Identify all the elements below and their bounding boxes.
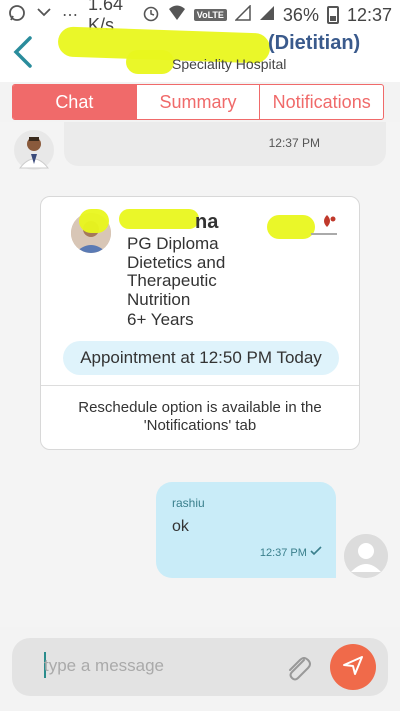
appointment-pill: Appointment at 12:50 PM Today [63, 341, 339, 375]
whatsapp-icon [8, 4, 26, 27]
tab-chat[interactable]: Chat [13, 85, 137, 119]
wifi-icon [168, 5, 186, 26]
reschedule-note: Reschedule option is available in the 'N… [78, 399, 322, 434]
redaction-mark [79, 209, 109, 233]
qualification-line: Dietetics and [127, 252, 226, 272]
card-divider [41, 385, 359, 386]
doctor-qualifications: PG Diploma Dietetics and Therapeutic Nut… [127, 234, 226, 330]
battery-percent: 36% [282, 4, 319, 25]
message-sender: rashiu [172, 496, 205, 510]
tab-summary[interactable]: Summary [137, 85, 261, 119]
message-text: ok [172, 518, 189, 535]
doctor-name: (Dietitian) [268, 32, 361, 54]
qualification-line: Therapeutic [127, 271, 217, 290]
doctor-message-bubble: 12:37 PM [64, 122, 386, 166]
doctor-avatar [14, 130, 54, 170]
battery-icon [326, 6, 339, 24]
signal-full-icon [259, 5, 275, 26]
tab-bar: Chat Summary Notifications [12, 84, 384, 120]
experience-line: 6+ Years [127, 310, 194, 329]
chat-header: (Dietitian) Speciality Hospital [0, 26, 400, 82]
signal-icon [234, 3, 251, 26]
doctor-card-name: na [195, 211, 219, 233]
missed-call-icon [36, 5, 52, 26]
tab-notifications[interactable]: Notifications [260, 85, 383, 119]
qualification-line: PG Diploma [127, 234, 219, 253]
clock: 12:37 [346, 4, 392, 25]
doctor-info-card: na PG Diploma Dietetics and Therapeutic … [40, 196, 360, 450]
read-check-icon [310, 546, 322, 559]
user-message-bubble: rashiu ok 12:37 PM [156, 482, 336, 578]
hospital-logo [267, 211, 343, 241]
qualification-line: Nutrition [127, 289, 191, 309]
status-bar: ⋯ 1.64 K/s VoLTE 36% 12:37 [0, 0, 400, 35]
send-icon [342, 654, 364, 681]
message-input[interactable] [44, 650, 274, 682]
alarm-icon [142, 4, 160, 27]
more-notifications-icon: ⋯ [62, 7, 78, 24]
back-arrow-icon[interactable] [8, 32, 38, 72]
paperclip-icon[interactable] [282, 652, 314, 684]
message-composer [12, 638, 388, 696]
volte-badge: VoLTE [193, 9, 227, 21]
message-time: 12:37 PM [260, 546, 322, 559]
message-timestamp: 12:37 PM [268, 136, 320, 150]
user-avatar [344, 534, 388, 578]
send-button[interactable] [330, 644, 376, 690]
hospital-name: Speciality Hospital [172, 56, 287, 72]
